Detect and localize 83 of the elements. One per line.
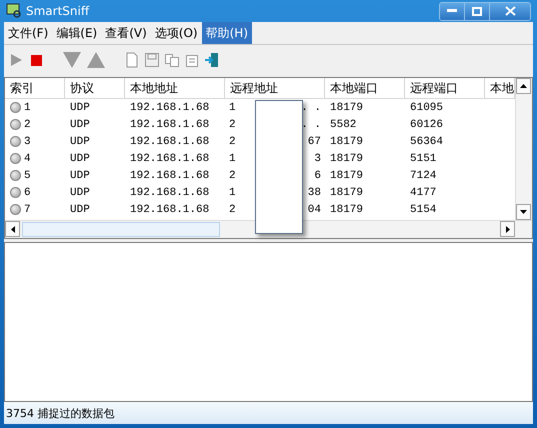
table-cell-text: 4177 xyxy=(409,186,438,200)
table-cell: 6 xyxy=(24,186,31,198)
table-cell-text: 18179 xyxy=(329,186,364,200)
status-dot-icon xyxy=(10,187,21,198)
maximize-icon xyxy=(472,6,482,16)
menu-item[interactable]: 文件(F) xyxy=(4,22,52,44)
table-cell-text: 192.168.1.68 xyxy=(129,202,210,218)
table-cell: 1 xyxy=(229,102,236,114)
table-cell: 3 xyxy=(24,136,31,148)
table-cell-text: UDP xyxy=(69,134,91,150)
maximize-button[interactable] xyxy=(464,2,489,20)
status-dot-icon xyxy=(10,102,21,113)
table-cell: 2 xyxy=(24,118,31,130)
minimize-icon xyxy=(447,9,457,13)
horizontal-scrollbar[interactable] xyxy=(5,220,532,238)
status-dot-icon xyxy=(10,153,21,164)
table-cell-text: 18179 xyxy=(329,152,364,166)
right-arrow-icon xyxy=(506,226,510,232)
table-cell-text: 18179 xyxy=(329,134,364,150)
table-cell: 5 xyxy=(24,170,31,182)
table-cell: . . xyxy=(301,102,321,114)
table-cell: 1 xyxy=(229,186,236,198)
table-cell-text: 18179 xyxy=(329,168,364,184)
table-cell-text: 5582 xyxy=(329,118,358,132)
status-dot-icon xyxy=(10,204,21,215)
table-cell: 6 xyxy=(314,170,321,182)
table-cell: 2 xyxy=(229,170,236,182)
status-dot-icon xyxy=(10,170,21,181)
table-cell-text: UDP xyxy=(69,202,91,218)
table-cell: 3 xyxy=(314,152,321,164)
scroll-down-button[interactable] xyxy=(516,204,531,220)
minimize-button[interactable] xyxy=(440,2,464,20)
table-cell-text: 192.168.1.68 xyxy=(129,186,210,200)
up-arrow-icon xyxy=(520,84,527,88)
table-cell: 2 xyxy=(229,118,236,130)
table-cell: 67 xyxy=(308,136,321,148)
table-cell-text: 7124 xyxy=(409,168,438,184)
table-cell-text: 192.168.1.68 xyxy=(129,152,210,166)
table-cell: 1 xyxy=(229,152,236,164)
table-cell: 1 xyxy=(24,102,31,114)
scroll-right-button[interactable] xyxy=(500,221,515,237)
menu-item[interactable]: 帮助(H) xyxy=(202,22,252,44)
menu-item[interactable]: 选项(O) xyxy=(150,22,202,44)
table-cell: 2 xyxy=(229,204,236,216)
scroll-left-button[interactable] xyxy=(5,221,20,237)
scrollbar-thumb[interactable] xyxy=(22,222,220,237)
table-cell-text: UDP xyxy=(69,100,91,116)
menu-item[interactable]: 编辑(E) xyxy=(52,22,102,44)
exit-door-icon[interactable] xyxy=(204,52,220,68)
status-text: 3754 捕捉过的数据包 xyxy=(6,406,114,420)
table-cell-text: 18179 xyxy=(329,100,364,116)
status-dot-icon xyxy=(10,136,21,147)
close-icon xyxy=(504,6,516,16)
window-title: SmartSniff xyxy=(26,4,90,18)
table-cell-text: UDP xyxy=(69,186,91,200)
table-cell: . . xyxy=(301,118,321,130)
app-icon xyxy=(6,3,22,19)
menu-item[interactable]: 查看(V) xyxy=(101,22,151,44)
table-cell: 2 xyxy=(229,136,236,148)
table-cell-text: 61095 xyxy=(409,100,444,116)
table-cell-text: 56364 xyxy=(409,134,444,150)
down-arrow-icon xyxy=(520,210,527,214)
table-cell-text: UDP xyxy=(69,152,91,166)
close-button[interactable] xyxy=(489,2,530,20)
table-cell-text: 5151 xyxy=(409,152,438,166)
table-cell-text: 192.168.1.68 xyxy=(129,134,210,150)
table-cell-text: 5154 xyxy=(409,202,438,218)
table-cell: 04 xyxy=(308,204,321,216)
table-cell-text: UDP xyxy=(69,118,91,132)
vertical-scrollbar[interactable] xyxy=(515,78,532,220)
table-cell: 38 xyxy=(308,186,321,198)
scroll-up-button[interactable] xyxy=(516,78,531,94)
table-cell-text: UDP xyxy=(69,168,91,184)
table-cell: 7 xyxy=(24,204,31,216)
table-cell-text: 192.168.1.68 xyxy=(129,168,210,184)
table-cell-text: 192.168.1.68 xyxy=(129,118,210,132)
left-arrow-icon xyxy=(10,226,14,232)
table-cell-text: 60126 xyxy=(409,118,444,132)
table-cell-text: 18179 xyxy=(329,202,364,218)
status-dot-icon xyxy=(10,119,21,130)
table-cell-text: 192.168.1.68 xyxy=(129,100,210,116)
table-cell: 4 xyxy=(24,152,31,164)
stop-icon[interactable] xyxy=(28,52,44,68)
